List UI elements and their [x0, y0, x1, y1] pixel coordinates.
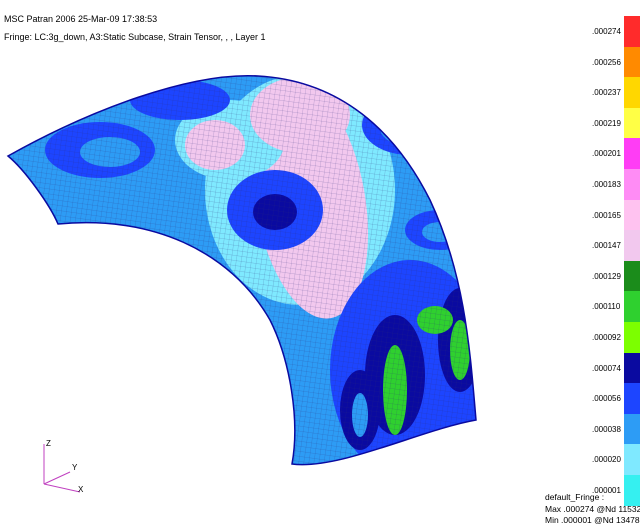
z-axis-label: Z — [46, 439, 51, 448]
fringe-min: Min .000001 @Nd 13478 — [545, 515, 640, 525]
x-axis-label: X — [78, 485, 84, 494]
legend-label: .000256 — [592, 57, 621, 67]
fringe-name: default_Fringe : — [545, 492, 605, 502]
legend-swatch — [624, 138, 640, 170]
legend-swatch — [624, 322, 640, 353]
legend-swatch — [624, 199, 640, 231]
x-axis-line — [43, 483, 81, 493]
legend-label: .000056 — [592, 394, 621, 404]
legend-label: .000219 — [592, 118, 621, 128]
legend-swatch — [624, 475, 640, 506]
legend-label: .000237 — [592, 88, 621, 98]
legend-swatch — [624, 413, 640, 445]
legend-swatch — [624, 16, 640, 47]
legend-label: .000129 — [592, 271, 621, 281]
legend-swatch — [624, 444, 640, 476]
legend-label: .000074 — [592, 363, 621, 373]
legend-swatch — [624, 46, 640, 78]
legend-swatch — [624, 352, 640, 384]
y-axis-line — [43, 471, 71, 485]
fringe-legend: .000274 .000256 .000237 .000219 .000201 .0001… — [592, 16, 640, 506]
legend-swatch — [624, 77, 640, 109]
legend-swatch — [624, 107, 640, 139]
legend-swatch — [624, 383, 640, 415]
legend-swatch — [624, 230, 640, 262]
legend-swatch — [624, 260, 640, 292]
legend-label: .000020 — [592, 455, 621, 465]
legend-label: .000183 — [592, 180, 621, 189]
y-axis-label: Y — [72, 463, 78, 472]
legend-label: .000092 — [592, 333, 621, 342]
legend-label: .000274 — [592, 27, 621, 36]
legend-label: .000110 — [592, 302, 621, 312]
legend-label: .000165 — [592, 210, 621, 220]
legend-label: .000147 — [592, 241, 621, 251]
legend-label: .000201 — [592, 149, 621, 159]
legend-swatch — [624, 291, 640, 323]
fringe-max: Max .000274 @Nd 11532 — [545, 504, 640, 514]
axis-triad: Z Y X — [43, 439, 84, 494]
legend-label: .000038 — [592, 424, 621, 434]
legend-swatch — [624, 169, 640, 200]
